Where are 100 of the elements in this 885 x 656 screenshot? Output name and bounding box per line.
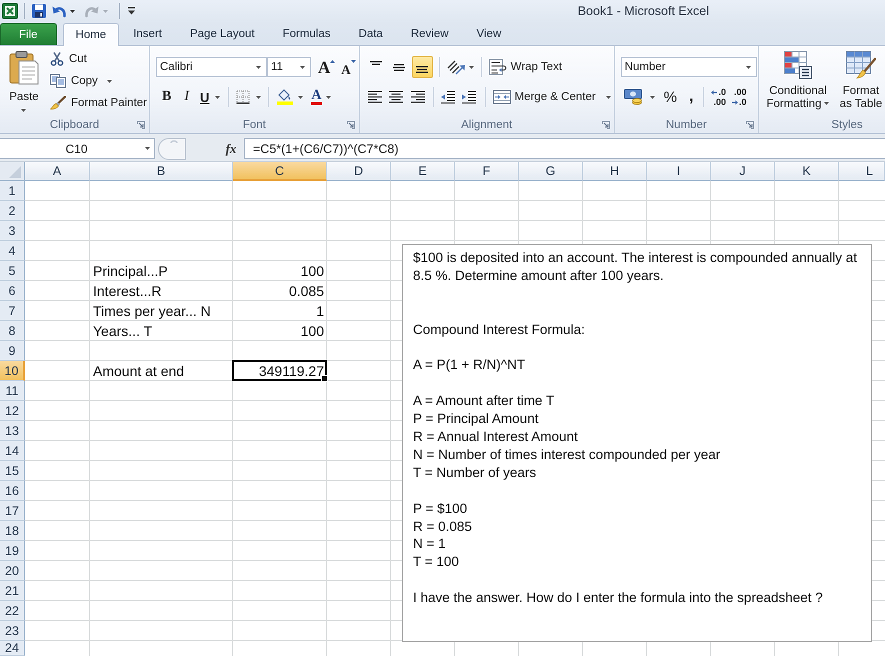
- row-header[interactable]: 21: [0, 581, 25, 601]
- ribbon-tab[interactable]: Formulas: [268, 23, 345, 45]
- format-as-table-button[interactable]: Format as Table: [837, 51, 885, 116]
- copy-button[interactable]: Copy: [48, 71, 149, 91]
- row-header[interactable]: 23: [0, 621, 25, 641]
- column-header[interactable]: B: [90, 162, 233, 181]
- row-header[interactable]: 9: [0, 341, 25, 361]
- font-size-dropdown[interactable]: 11: [267, 57, 311, 77]
- row-header[interactable]: 2: [0, 201, 25, 221]
- paste-button[interactable]: Paste: [4, 49, 44, 116]
- text-line: N = Number of times interest compounded per year: [413, 446, 722, 464]
- grow-font-button[interactable]: A: [315, 56, 338, 78]
- number-format-dropdown[interactable]: Number: [620, 57, 757, 77]
- percent-button[interactable]: %: [658, 86, 684, 108]
- row-header[interactable]: 11: [0, 381, 25, 401]
- column-header[interactable]: G: [519, 162, 583, 181]
- table-cell-text: 100: [300, 262, 325, 281]
- caret-icon: [350, 60, 356, 63]
- cut-button[interactable]: Cut: [48, 49, 149, 69]
- shrink-font-button[interactable]: A: [338, 56, 359, 78]
- dialog-launcher-icon[interactable]: [746, 120, 754, 128]
- insert-function-button[interactable]: fx: [222, 138, 240, 159]
- column-header[interactable]: A: [25, 162, 90, 181]
- text-line: I have the answer. How do I enter the formula into the spreadsheet ?: [413, 589, 824, 608]
- row-header[interactable]: 6: [0, 281, 25, 301]
- font-name-dropdown[interactable]: Calibri: [156, 57, 267, 77]
- caret-icon[interactable]: [145, 147, 150, 150]
- caret-icon[interactable]: [70, 10, 75, 12]
- row-header[interactable]: 19: [0, 541, 25, 561]
- row-header[interactable]: 12: [0, 401, 25, 421]
- row-header[interactable]: 3: [0, 221, 25, 241]
- column-header[interactable]: F: [455, 162, 519, 181]
- row-header[interactable]: 7: [0, 301, 25, 321]
- caret-icon[interactable]: [128, 7, 135, 15]
- row-header[interactable]: 13: [0, 421, 25, 441]
- row-header[interactable]: 10: [0, 361, 25, 381]
- column-header[interactable]: L: [839, 162, 885, 181]
- outdent-icon: [440, 89, 456, 105]
- column-header[interactable]: C: [233, 162, 327, 181]
- row-header[interactable]: 14: [0, 441, 25, 461]
- caret-icon: [824, 102, 830, 106]
- row-header[interactable]: 1: [0, 181, 25, 201]
- dialog-launcher-icon[interactable]: [137, 120, 145, 128]
- copy-icon: [50, 74, 66, 88]
- column-header[interactable]: D: [327, 162, 391, 181]
- middle-align-icon: [393, 64, 406, 70]
- comma-style-button[interactable]: ,: [683, 86, 700, 108]
- align-right-icon: [410, 89, 426, 105]
- underline-button[interactable]: U: [196, 86, 224, 108]
- name-box[interactable]: C10: [0, 138, 155, 159]
- text-line: R = 0.085: [413, 518, 473, 536]
- column-header[interactable]: I: [647, 162, 711, 181]
- highlighted-grid-icon: [784, 51, 812, 79]
- font-color-button[interactable]: A: [308, 86, 334, 108]
- ribbon-tab[interactable]: Data: [344, 23, 397, 45]
- row-header[interactable]: 8: [0, 321, 25, 341]
- caret-icon: [468, 66, 474, 68]
- decrease-decimal-button[interactable]: .00 .0: [728, 85, 750, 109]
- group-label: Styles: [831, 118, 863, 130]
- ribbon-tab[interactable]: Insert: [119, 23, 176, 45]
- column-header[interactable]: K: [775, 162, 839, 181]
- caret-icon: [650, 96, 655, 98]
- text-line: N = 1: [413, 535, 447, 554]
- row-header[interactable]: 22: [0, 601, 25, 621]
- conditional-formatting-button[interactable]: Conditional Formatting: [763, 51, 833, 116]
- group-label: Alignment: [461, 118, 512, 130]
- wrap-text-button[interactable]: Wrap Text: [486, 56, 566, 78]
- ribbon-tab[interactable]: Home: [62, 23, 120, 46]
- table-cell-text: Times per year... N: [92, 302, 212, 321]
- row-header[interactable]: 20: [0, 561, 25, 581]
- row-header[interactable]: 16: [0, 481, 25, 501]
- file-tab[interactable]: File: [0, 23, 57, 45]
- caret-icon: [21, 109, 26, 112]
- merge-center-button[interactable]: Merge & Center: [490, 86, 614, 108]
- window-title: Book1 - Microsoft Excel: [578, 4, 709, 18]
- splitter-handle-icon[interactable]: [158, 138, 186, 160]
- row-header[interactable]: 17: [0, 501, 25, 521]
- italic-button[interactable]: I: [177, 86, 196, 108]
- fill-handle[interactable]: [321, 375, 328, 382]
- formula-field[interactable]: =C5*(1+(C6/C7))^(C7*C8): [244, 138, 885, 159]
- table-cell-text: Amount at end: [92, 362, 186, 381]
- column-header[interactable]: H: [583, 162, 647, 181]
- bottom-align-button[interactable]: [412, 56, 433, 78]
- row-header[interactable]: 4: [0, 241, 25, 261]
- bold-button[interactable]: B: [156, 86, 178, 108]
- dialog-launcher-icon[interactable]: [602, 120, 610, 128]
- ribbon-tab[interactable]: Review: [396, 23, 463, 45]
- dialog-launcher-icon[interactable]: [346, 120, 355, 128]
- row-header[interactable]: 24: [0, 641, 25, 656]
- ribbon-tab[interactable]: Page Layout: [176, 23, 269, 45]
- row-header[interactable]: 5: [0, 261, 25, 281]
- column-header[interactable]: E: [391, 162, 455, 181]
- spreadsheet-logo-icon[interactable]: [2, 3, 18, 19]
- indent-icon: [460, 89, 477, 105]
- row-header[interactable]: 18: [0, 521, 25, 541]
- increase-decimal-button[interactable]: .0 .00: [708, 85, 729, 109]
- ribbon-tab[interactable]: View: [462, 23, 516, 45]
- format-painter-button[interactable]: Format Painter: [48, 93, 149, 113]
- column-header[interactable]: J: [711, 162, 775, 181]
- row-header[interactable]: 15: [0, 461, 25, 481]
